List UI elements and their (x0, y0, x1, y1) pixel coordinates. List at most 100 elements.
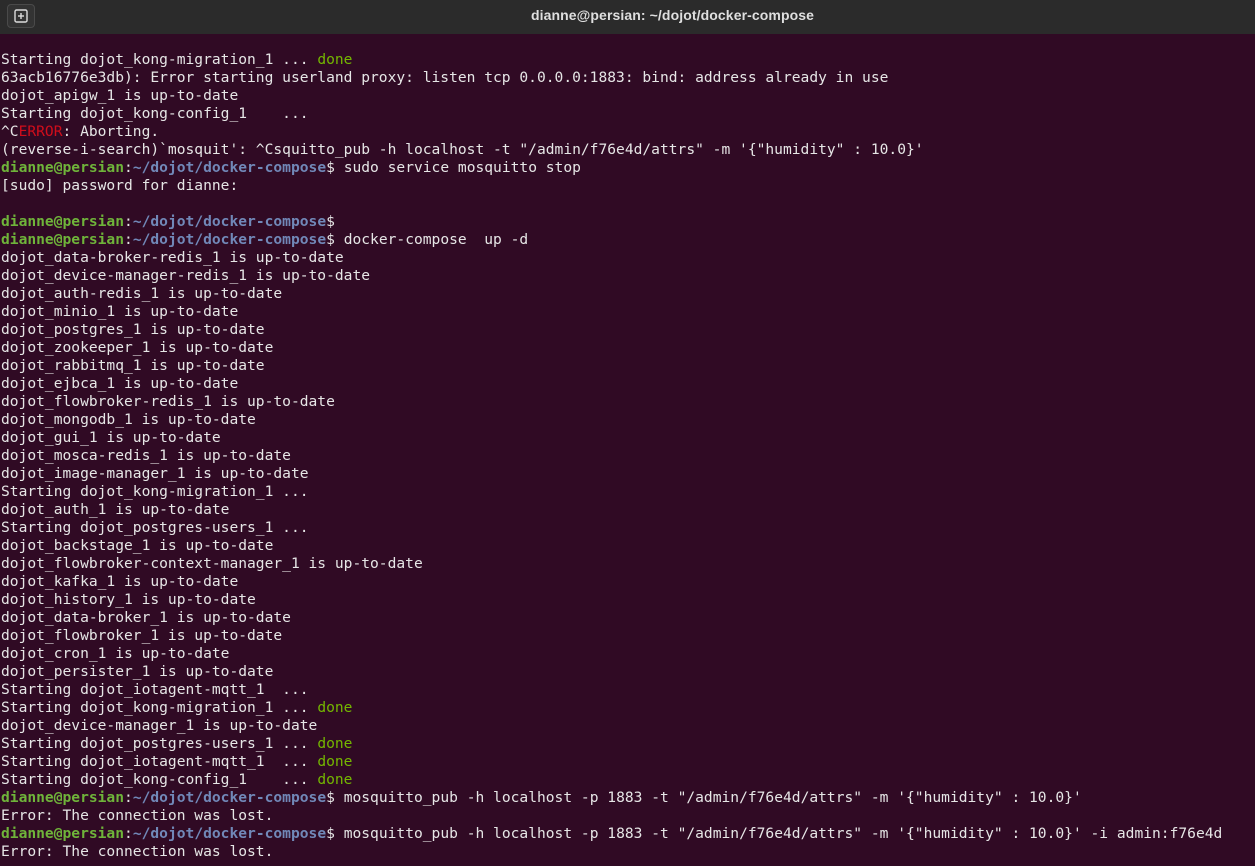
output-text: dojot_backstage_1 is up-to-date (1, 537, 274, 554)
output-line: dojot_history_1 is up-to-date (1, 591, 1255, 609)
output-line: Starting dojot_postgres-users_1 ... done (1, 735, 1255, 753)
output-line: Starting dojot_iotagent-mqtt_1 ... done (1, 753, 1255, 771)
command-text: mosquitto_pub -h localhost -p 1883 -t "/… (334, 789, 1082, 806)
status-done: done (317, 771, 353, 788)
output-line: 63acb16776e3db): Error starting userland… (1, 69, 1255, 87)
prompt-user-host: dianne@persian (1, 789, 125, 806)
status-done: done (317, 699, 353, 716)
output-line: dojot_kafka_1 is up-to-date (1, 573, 1255, 591)
prompt-path: ~/dojot/docker-compose (132, 825, 327, 842)
output-line: dojot_flowbroker-redis_1 is up-to-date (1, 393, 1255, 411)
terminal-output[interactable]: Starting dojot_kong-migration_1 ... done… (1, 51, 1255, 861)
output-line: dojot_gui_1 is up-to-date (1, 429, 1255, 447)
output-text: Starting dojot_kong-migration_1 ... (1, 483, 309, 500)
prompt-user-host: dianne@persian (1, 213, 125, 230)
output-text: dojot_postgres_1 is up-to-date (1, 321, 265, 338)
output-text: dojot_mongodb_1 is up-to-date (1, 411, 256, 428)
output-text: dojot_persister_1 is up-to-date (1, 663, 274, 680)
prompt-dollar: $ (326, 159, 335, 176)
output-text: dojot_rabbitmq_1 is up-to-date (1, 357, 265, 374)
output-text: [sudo] password for dianne: (1, 177, 248, 194)
terminal-window: dianne@persian: ~/dojot/docker-compose S… (0, 0, 1255, 866)
output-line: dojot_zookeeper_1 is up-to-date (1, 339, 1255, 357)
output-text: dojot_device-manager_1 is up-to-date (1, 717, 318, 734)
prompt-line: dianne@persian:~/dojot/docker-compose$ m… (1, 789, 1255, 807)
output-line: dojot_device-manager-redis_1 is up-to-da… (1, 267, 1255, 285)
output-text: dojot_auth-redis_1 is up-to-date (1, 285, 283, 302)
output-line: dojot_auth-redis_1 is up-to-date (1, 285, 1255, 303)
output-text: Error: The connection was lost. (1, 843, 274, 860)
prompt-dollar: $ (326, 789, 335, 806)
output-text: Error: The connection was lost. (1, 807, 274, 824)
output-line: dojot_minio_1 is up-to-date (1, 303, 1255, 321)
command-text: sudo service mosquitto stop (334, 159, 581, 176)
output-line: Starting dojot_kong-config_1 ... done (1, 771, 1255, 789)
output-text: dojot_cron_1 is up-to-date (1, 645, 230, 662)
prompt-colon: : (124, 789, 133, 806)
prompt-line: dianne@persian:~/dojot/docker-compose$ s… (1, 159, 1255, 177)
output-text: dojot_device-manager-redis_1 is up-to-da… (1, 267, 371, 284)
prompt-path: ~/dojot/docker-compose (132, 231, 327, 248)
output-text: : Aborting. (62, 123, 160, 140)
output-text: Starting dojot_kong-config_1 ... (1, 105, 309, 122)
output-line: dojot_data-broker_1 is up-to-date (1, 609, 1255, 627)
output-text: Starting dojot_kong-migration_1 ... (1, 699, 318, 716)
output-text: 63acb16776e3db): Error starting userland… (1, 69, 889, 86)
output-text: dojot_flowbroker-redis_1 is up-to-date (1, 393, 335, 410)
output-line: dojot_postgres_1 is up-to-date (1, 321, 1255, 339)
prompt-dollar: $ (326, 213, 335, 230)
prompt-dollar: $ (326, 231, 335, 248)
output-line: dojot_backstage_1 is up-to-date (1, 537, 1255, 555)
prompt-colon: : (124, 159, 133, 176)
prompt-colon: : (124, 825, 133, 842)
output-text: dojot_apigw_1 is up-to-date (1, 87, 239, 104)
output-text: dojot_flowbroker-context-manager_1 is up… (1, 555, 423, 572)
prompt-path: ~/dojot/docker-compose (132, 213, 327, 230)
output-line: dojot_persister_1 is up-to-date (1, 663, 1255, 681)
output-text: dojot_flowbroker_1 is up-to-date (1, 627, 283, 644)
output-line: dojot_mongodb_1 is up-to-date (1, 411, 1255, 429)
prompt-colon: : (124, 213, 133, 230)
output-line: dojot_device-manager_1 is up-to-date (1, 717, 1255, 735)
output-line: Starting dojot_postgres-users_1 ... (1, 519, 1255, 537)
output-line: ^CERROR: Aborting. (1, 123, 1255, 141)
output-line: dojot_mosca-redis_1 is up-to-date (1, 447, 1255, 465)
output-text: dojot_history_1 is up-to-date (1, 591, 256, 608)
output-line: Starting dojot_kong-migration_1 ... (1, 483, 1255, 501)
prompt-user-host: dianne@persian (1, 159, 125, 176)
prompt-line: dianne@persian:~/dojot/docker-compose$ m… (1, 825, 1255, 843)
output-line: [sudo] password for dianne: (1, 177, 1255, 195)
output-text: Starting dojot_kong-config_1 ... (1, 771, 318, 788)
output-text: dojot_zookeeper_1 is up-to-date (1, 339, 274, 356)
prompt-user-host: dianne@persian (1, 825, 125, 842)
output-text: Starting dojot_kong-migration_1 ... (1, 51, 318, 68)
prompt-path: ~/dojot/docker-compose (132, 159, 327, 176)
status-done: done (317, 753, 353, 770)
output-text: dojot_ejbca_1 is up-to-date (1, 375, 239, 392)
output-line: dojot_apigw_1 is up-to-date (1, 87, 1255, 105)
title-bar: dianne@persian: ~/dojot/docker-compose (0, 0, 1255, 34)
output-line: Starting dojot_kong-migration_1 ... done (1, 51, 1255, 69)
output-line: dojot_cron_1 is up-to-date (1, 645, 1255, 663)
status-done: done (317, 735, 353, 752)
output-text: dojot_image-manager_1 is up-to-date (1, 465, 309, 482)
output-line: Error: The connection was lost. (1, 807, 1255, 825)
output-text: Starting dojot_postgres-users_1 ... (1, 519, 309, 536)
output-line: Error: The connection was lost. (1, 843, 1255, 861)
prompt-line: dianne@persian:~/dojot/docker-compose$ (1, 213, 1255, 231)
output-text: ^C (1, 123, 19, 140)
output-text: dojot_data-broker_1 is up-to-date (1, 609, 291, 626)
output-line: Starting dojot_iotagent-mqtt_1 ... (1, 681, 1255, 699)
output-text: dojot_auth_1 is up-to-date (1, 501, 230, 518)
prompt-user-host: dianne@persian (1, 231, 125, 248)
prompt-path: ~/dojot/docker-compose (132, 789, 327, 806)
status-done: done (317, 51, 353, 68)
prompt-colon: : (124, 231, 133, 248)
output-text: dojot_data-broker-redis_1 is up-to-date (1, 249, 344, 266)
output-line: dojot_ejbca_1 is up-to-date (1, 375, 1255, 393)
output-text: dojot_kafka_1 is up-to-date (1, 573, 239, 590)
output-line: Starting dojot_kong-config_1 ... (1, 105, 1255, 123)
output-text: (reverse-i-search)`mosquit': ^Csquitto_p… (1, 141, 924, 158)
output-line: (reverse-i-search)`mosquit': ^Csquitto_p… (1, 141, 1255, 159)
